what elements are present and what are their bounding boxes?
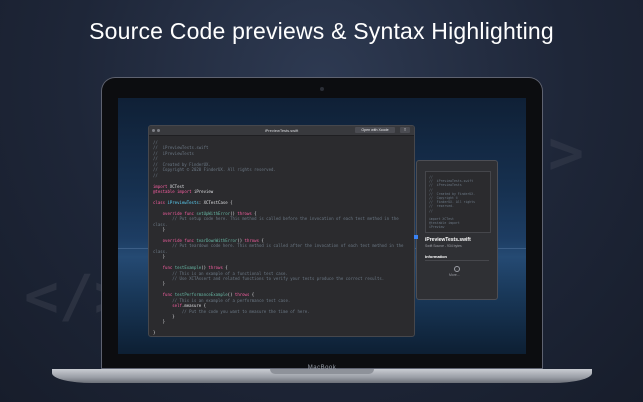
code-view: //// iPreviewTests.swift// iPreviewTests… <box>153 140 411 336</box>
editor-window: iPreviewTests.swift Open with Xcode ⇪ //… <box>148 125 415 337</box>
editor-title-bar: iPreviewTests.swift Open with Xcode ⇪ <box>149 126 414 136</box>
code-line: // Put setup code here. This method is c… <box>153 216 411 221</box>
code-token: // Put teardown code here. This method i… <box>153 243 404 249</box>
code-token: { <box>249 292 255 298</box>
share-button[interactable]: ⇪ <box>400 127 410 133</box>
panel-divider <box>425 260 489 261</box>
code-token: // Put setup code here. This method is c… <box>153 216 399 222</box>
code-token: // Use XCTAssert and related functions t… <box>153 275 385 281</box>
code-token: { <box>259 237 264 243</box>
code-glyph-decoration-right: > <box>548 118 585 188</box>
more-icon[interactable]: ··· <box>454 266 460 272</box>
code-token: func <box>153 292 175 298</box>
file-meta: Swift Source - 934 bytes <box>425 244 462 248</box>
code-token: throws <box>208 265 223 271</box>
code-token: class. <box>153 248 168 254</box>
selection-marker <box>414 235 418 239</box>
code-token: XCTest <box>169 183 185 189</box>
code-token: } <box>153 330 156 336</box>
code-line: // Use XCTAssert and related functions t… <box>153 276 411 281</box>
share-icon: ⇪ <box>403 127 407 132</box>
code-token: .measure { <box>181 303 206 309</box>
code-token: { <box>222 265 228 271</box>
file-name: iPreviewTests.swift <box>425 237 471 243</box>
code-token: testExample <box>174 265 202 271</box>
code-token: func <box>153 265 175 271</box>
code-token: func <box>184 210 197 216</box>
code-token: self <box>153 303 182 309</box>
code-token: // <box>153 140 158 145</box>
code-token: // <box>153 156 158 162</box>
code-token: throws <box>234 292 250 298</box>
code-token: // Created by FinderUX. <box>153 161 211 167</box>
code-token: } <box>153 319 166 325</box>
more-button[interactable]: More... <box>449 273 460 277</box>
code-token: override <box>153 237 185 243</box>
code-token: // Copyright © 2020 FinderUX. All rights… <box>153 167 276 173</box>
code-token: @testable <box>153 188 178 194</box>
code-token: tearDownWithError <box>196 237 238 243</box>
code-token: // iPreviewTests <box>153 150 194 156</box>
laptop-screen: iPreviewTests.swift Open with Xcode ⇪ //… <box>118 98 526 354</box>
code-token: override <box>153 210 185 216</box>
code-token: } <box>153 254 166 260</box>
code-token: // This is an example of a functional te… <box>153 270 288 276</box>
code-token: } <box>153 227 166 232</box>
code-token: () <box>237 237 245 243</box>
code-line: // Put teardown code here. This method i… <box>153 243 411 248</box>
headline: Source Code previews & Syntax Highlighti… <box>89 18 554 44</box>
preview-panel: // // iPreviewTests.swift // iPreviewTes… <box>416 160 498 300</box>
code-token: : XCTestCase { <box>198 199 233 205</box>
code-token: import <box>177 188 194 194</box>
laptop-lid: iPreviewTests.swift Open with Xcode ⇪ //… <box>101 77 543 371</box>
code-token: class. <box>153 221 168 227</box>
base-notch <box>270 369 374 374</box>
code-token: } <box>153 314 175 319</box>
file-thumbnail: // // iPreviewTests.swift // iPreviewTes… <box>425 171 491 233</box>
code-line: } <box>153 330 411 335</box>
code-token: // <box>153 172 158 178</box>
open-with-xcode-button[interactable]: Open with Xcode <box>355 127 395 133</box>
code-token: class <box>153 199 168 205</box>
information-heading: Information <box>425 254 447 259</box>
code-token: func <box>184 237 197 243</box>
code-token: testPerformanceExample <box>174 292 228 298</box>
code-token: // iPreviewTests.swift <box>153 145 209 151</box>
code-token: } <box>153 281 166 287</box>
code-token: iPreviewTests <box>167 199 199 205</box>
code-token: // This is an example of a performance t… <box>153 297 291 303</box>
code-token: () <box>227 292 235 298</box>
code-token: // Put the code you want to measure the … <box>153 308 310 314</box>
thumbnail-code: // // iPreviewTests.swift // iPreviewTes… <box>429 175 476 230</box>
code-token: import <box>153 183 170 189</box>
camera-dot <box>320 87 324 91</box>
code-token: throws <box>237 210 252 216</box>
code-token: iPreview <box>193 188 214 194</box>
code-token: throws <box>244 237 259 243</box>
code-token: { <box>251 210 257 216</box>
code-token: setUpWithError <box>196 210 231 216</box>
laptop-base <box>52 369 592 383</box>
